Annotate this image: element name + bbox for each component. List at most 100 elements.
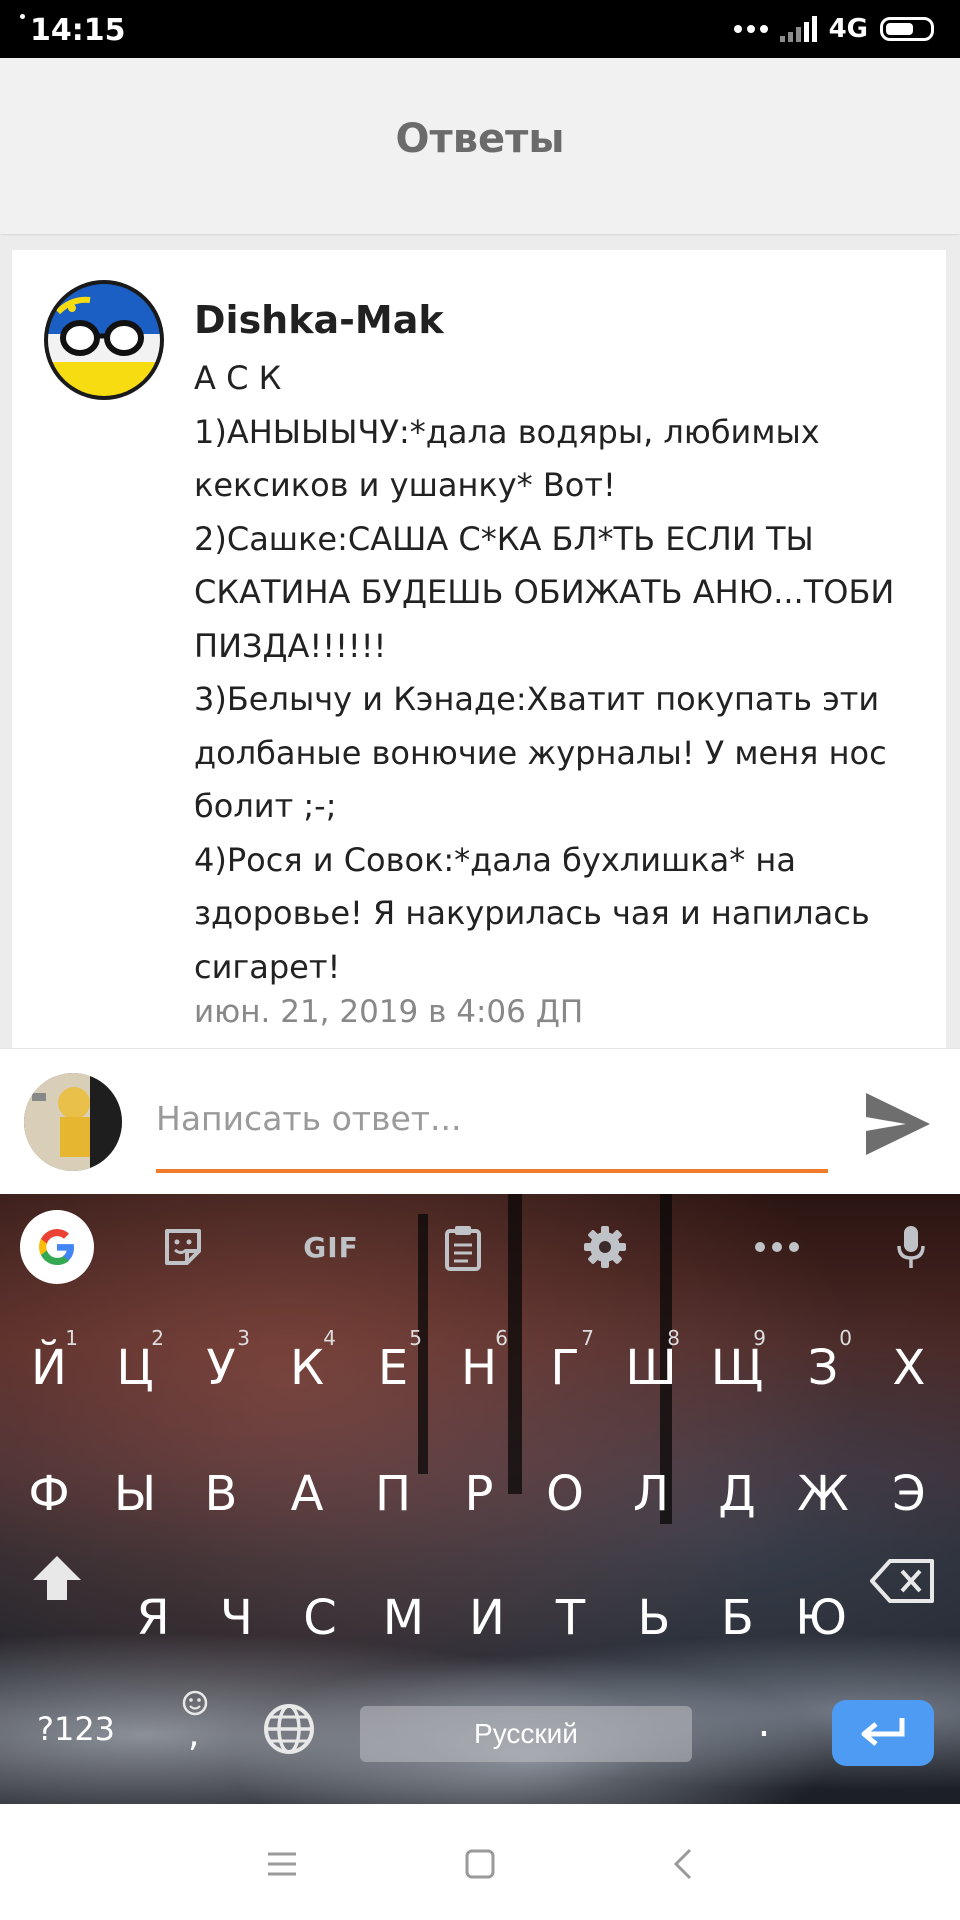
voice-input-button[interactable]	[878, 1216, 944, 1278]
post-line: 2)Сашке:САША С*КА БЛ*ТЬ ЕСЛИ ТЫ СКАТИНА …	[194, 519, 895, 665]
key-number-hint: 0	[839, 1326, 852, 1350]
network-type: 4G	[828, 14, 868, 44]
letter-key[interactable]: П	[358, 1466, 428, 1532]
letter-key[interactable]: Э	[874, 1466, 944, 1532]
home-square-icon	[465, 1849, 495, 1879]
key-number-hint: 3	[237, 1326, 250, 1350]
symbols-key[interactable]: ?123	[26, 1710, 126, 1760]
key-label: З	[807, 1340, 839, 1396]
key-number-hint: 5	[409, 1326, 422, 1350]
period-key[interactable]: .	[744, 1700, 784, 1760]
key-number-hint: 8	[667, 1326, 680, 1350]
system-nav-bar	[0, 1804, 960, 1920]
letter-key[interactable]: Ы	[100, 1466, 170, 1532]
reply-input-underline	[156, 1169, 828, 1173]
key-label: Й	[31, 1340, 67, 1396]
battery-icon	[880, 17, 934, 41]
letter-key[interactable]: Х	[874, 1340, 944, 1406]
key-label: Ч	[220, 1590, 253, 1646]
countryball-avatar-icon	[44, 280, 164, 400]
reply-bar	[0, 1048, 960, 1195]
letter-key[interactable]: М	[369, 1590, 439, 1656]
author-name[interactable]: Dishka-Mak	[194, 298, 444, 342]
key-label: П	[374, 1466, 412, 1522]
more-button[interactable]	[744, 1216, 810, 1278]
letter-key[interactable]: Ю	[786, 1590, 856, 1656]
google-search-button[interactable]	[20, 1210, 94, 1284]
reply-input[interactable]	[156, 1089, 828, 1147]
letter-key[interactable]: Н6	[444, 1326, 514, 1406]
letter-key[interactable]: Д	[702, 1466, 772, 1532]
enter-key[interactable]	[832, 1700, 934, 1766]
clipboard-button[interactable]	[430, 1216, 496, 1278]
key-number-hint: 7	[581, 1326, 594, 1350]
microphone-icon	[897, 1226, 925, 1268]
key-label: Э	[892, 1466, 926, 1522]
signal-icon	[779, 16, 817, 42]
letter-key[interactable]: Л	[616, 1466, 686, 1532]
send-icon	[866, 1093, 930, 1155]
more-dots-icon	[755, 1242, 799, 1252]
letter-key[interactable]: Т	[536, 1590, 606, 1656]
letter-key[interactable]: З0	[788, 1326, 858, 1406]
letter-key[interactable]: Й1	[14, 1326, 84, 1406]
key-label: Г	[550, 1340, 580, 1396]
author-avatar[interactable]	[42, 278, 166, 402]
letter-key[interactable]: И	[452, 1590, 522, 1656]
key-label: Н	[460, 1340, 498, 1396]
letter-key[interactable]: О	[530, 1466, 600, 1532]
language-key[interactable]	[260, 1702, 318, 1760]
enter-arrow-icon	[861, 1718, 905, 1746]
app-header: Ответы	[0, 58, 960, 235]
clipboard-icon	[445, 1226, 481, 1271]
key-label: И	[469, 1590, 505, 1646]
letter-key[interactable]: Ж	[788, 1466, 858, 1532]
letter-key[interactable]: Ш8	[616, 1326, 686, 1406]
home-nav-button[interactable]	[456, 1840, 504, 1888]
gif-button[interactable]: GIF	[288, 1216, 374, 1278]
key-label: Х	[892, 1340, 926, 1396]
menu-nav-button[interactable]	[258, 1840, 306, 1888]
post-line: А С К	[194, 359, 282, 397]
letter-key[interactable]: Ф	[14, 1466, 84, 1532]
user-avatar-image-icon	[24, 1073, 122, 1171]
key-label: Ф	[28, 1466, 70, 1522]
page-title: Ответы	[395, 116, 565, 162]
letter-key[interactable]: Г7	[530, 1326, 600, 1406]
letter-key[interactable]: К4	[272, 1326, 342, 1406]
comma-key[interactable]: ,	[170, 1688, 220, 1768]
letter-key[interactable]: Ч	[202, 1590, 272, 1656]
letter-key[interactable]: Я	[118, 1590, 188, 1656]
key-label: Р	[464, 1466, 494, 1522]
user-avatar[interactable]	[24, 1073, 122, 1171]
letter-key[interactable]: У3	[186, 1326, 256, 1406]
key-label: В	[204, 1466, 238, 1522]
letter-key[interactable]: Е5	[358, 1326, 428, 1406]
key-label: Ы	[113, 1466, 157, 1522]
backspace-key[interactable]	[864, 1558, 942, 1616]
letter-key[interactable]: Ь	[619, 1590, 689, 1656]
key-label: М	[382, 1590, 425, 1646]
key-number-hint: 6	[495, 1326, 508, 1350]
status-time: 14:15	[30, 13, 126, 48]
key-number-hint: 9	[753, 1326, 766, 1350]
letter-key[interactable]: В	[186, 1466, 256, 1532]
send-button[interactable]	[862, 1089, 934, 1159]
gear-icon	[584, 1226, 626, 1268]
back-nav-button[interactable]	[660, 1840, 708, 1888]
letter-key[interactable]: Щ9	[702, 1326, 772, 1406]
letter-key[interactable]: Б	[703, 1590, 773, 1656]
post-card: Dishka-Mak А С К 1)АНЫЫЫЧУ:*дала водяры,…	[12, 250, 946, 1048]
key-label: Ж	[797, 1466, 849, 1522]
back-chevron-icon	[673, 1848, 692, 1880]
settings-button[interactable]	[572, 1216, 638, 1278]
spacebar[interactable]: Русский	[360, 1706, 692, 1762]
letter-key[interactable]: А	[272, 1466, 342, 1532]
letter-key[interactable]: Р	[444, 1466, 514, 1532]
shift-key[interactable]	[24, 1552, 90, 1618]
sticker-button[interactable]	[150, 1216, 216, 1278]
letter-key[interactable]: Ц2	[100, 1326, 170, 1406]
letter-key[interactable]: С	[285, 1590, 355, 1656]
key-number-hint: 1	[65, 1326, 78, 1350]
key-number-hint: 2	[151, 1326, 164, 1350]
